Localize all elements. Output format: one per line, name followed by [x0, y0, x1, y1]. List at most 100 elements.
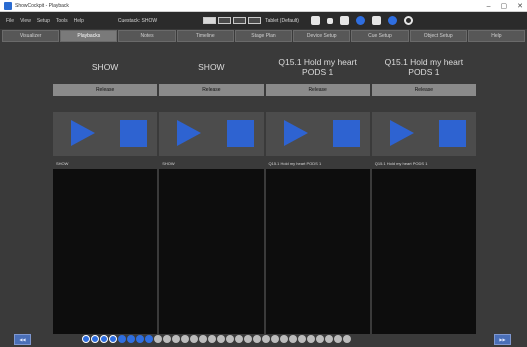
page-dot[interactable] — [217, 335, 225, 343]
playback-column: Q15.1 Hold my heart PODS 1 Release Q15.1… — [265, 48, 370, 334]
page-dot[interactable] — [244, 335, 252, 343]
device-label: Tablet (Default) — [265, 17, 299, 24]
menu-view[interactable]: View — [20, 18, 31, 24]
tab-playbacks[interactable]: Playbacks — [60, 30, 118, 42]
layout-1x4-button[interactable] — [203, 17, 217, 24]
release-button[interactable]: Release — [265, 84, 370, 96]
tab-help[interactable]: Help — [467, 30, 525, 42]
page-dot[interactable] — [280, 335, 288, 343]
cue-name: SHOW — [162, 161, 175, 166]
tab-bar: Visualizer Playbacks Notes Timeline Stag… — [0, 30, 527, 43]
menu-help[interactable]: Help — [74, 18, 84, 24]
playback-column: SHOW Release SHOW — [159, 48, 264, 334]
layout-2x4-button[interactable] — [233, 17, 247, 24]
play-icon[interactable] — [389, 120, 414, 146]
help-icon[interactable] — [387, 16, 397, 25]
page-dot[interactable] — [154, 335, 162, 343]
settings-icon[interactable] — [326, 17, 333, 24]
tab-object-setup[interactable]: Object Setup — [409, 30, 467, 42]
stop-icon[interactable] — [120, 120, 148, 147]
prev-page-button[interactable]: ◀◀ — [14, 334, 31, 345]
app-body: File View Setup Tools Help Cuestack: SHO… — [0, 12, 527, 347]
page-dot[interactable] — [145, 335, 153, 343]
page-indicator — [82, 335, 351, 343]
page-dot[interactable] — [82, 335, 90, 343]
next-page-button[interactable]: ▶▶ — [494, 334, 511, 345]
cue-list-area[interactable] — [265, 169, 370, 334]
page-dot[interactable] — [325, 335, 333, 343]
cue-list-area[interactable] — [371, 169, 476, 334]
playback-columns: SHOW Release SHOW SHOW Release SHOW Q15.… — [53, 48, 476, 334]
layout-4x4-button[interactable] — [248, 17, 262, 24]
tab-timeline[interactable]: Timeline — [176, 30, 234, 42]
tab-stage-plan[interactable]: Stage Plan — [234, 30, 293, 42]
file-icon[interactable] — [310, 16, 320, 25]
maximize-icon[interactable]: ▢ — [501, 2, 508, 10]
transport-panel — [371, 112, 476, 156]
lock-icon[interactable] — [339, 16, 349, 25]
page-dot[interactable] — [226, 335, 234, 343]
page-dot[interactable] — [289, 335, 297, 343]
page-dot[interactable] — [271, 335, 279, 343]
cue-name: Q15.1 Hold my heart PODS 1 — [268, 161, 322, 166]
page-dot[interactable] — [199, 335, 207, 343]
play-icon[interactable] — [71, 120, 95, 146]
app-logo-icon — [4, 1, 12, 10]
play-icon[interactable] — [283, 120, 308, 146]
page-dot[interactable] — [208, 335, 216, 343]
tab-visualizer[interactable]: Visualizer — [2, 30, 60, 42]
layout-selector — [203, 17, 262, 24]
page-dot[interactable] — [262, 335, 270, 343]
page-dot[interactable] — [298, 335, 306, 343]
page-dot[interactable] — [100, 335, 108, 343]
layout-2x2-button[interactable] — [218, 17, 232, 24]
page-dot[interactable] — [307, 335, 315, 343]
page-dot[interactable] — [136, 335, 144, 343]
cue-list-area[interactable] — [53, 169, 158, 334]
menu-file[interactable]: File — [6, 18, 14, 24]
menu-setup[interactable]: Setup — [37, 18, 50, 24]
window-title: ShowCockpit - Playback — [15, 2, 69, 9]
tab-notes[interactable]: Notes — [118, 30, 176, 42]
minimize-icon[interactable]: – — [487, 3, 491, 10]
page-dot[interactable] — [172, 335, 180, 343]
playback-column: SHOW Release SHOW — [53, 48, 158, 334]
stop-icon[interactable] — [226, 120, 254, 147]
release-button[interactable]: Release — [371, 84, 476, 96]
stop-icon[interactable] — [332, 120, 360, 147]
release-button[interactable]: Release — [53, 84, 158, 96]
page-dot[interactable] — [118, 335, 126, 343]
close-icon[interactable]: ✕ — [517, 2, 523, 10]
page-dot[interactable] — [334, 335, 342, 343]
page-dot[interactable] — [343, 335, 351, 343]
cue-name: Q15.1 Hold my heart PODS 1 — [374, 161, 428, 166]
tab-device-setup[interactable]: Device Setup — [293, 30, 351, 42]
refresh-icon[interactable] — [403, 16, 413, 25]
page-dot[interactable] — [190, 335, 198, 343]
page-dot[interactable] — [127, 335, 135, 343]
page-dot[interactable] — [91, 335, 99, 343]
toolbar-icons — [310, 16, 413, 25]
menu-tools[interactable]: Tools — [56, 18, 68, 24]
page-dot[interactable] — [109, 335, 117, 343]
page-dot[interactable] — [253, 335, 261, 343]
cue-name: SHOW — [56, 161, 69, 166]
window-controls: – ▢ ✕ — [487, 0, 523, 12]
info-icon[interactable] — [355, 16, 365, 25]
stop-icon[interactable] — [439, 120, 466, 147]
page-dot[interactable] — [181, 335, 189, 343]
transport-panel — [265, 112, 370, 156]
page-dot[interactable] — [235, 335, 243, 343]
page-bar: ◀◀ ▶▶ — [0, 334, 527, 347]
cue-list-area[interactable] — [159, 169, 264, 334]
transport-panel — [53, 112, 158, 156]
user-icon[interactable] — [371, 16, 381, 25]
tab-cue-setup[interactable]: Cue Setup — [351, 30, 409, 42]
transport-panel — [159, 112, 264, 156]
play-icon[interactable] — [177, 120, 202, 146]
page-dot[interactable] — [163, 335, 171, 343]
cuestack-label: Cuestack: SHOW — [117, 17, 158, 24]
release-button[interactable]: Release — [159, 84, 264, 96]
menu-bar: File View Setup Tools Help Cuestack: SHO… — [0, 12, 527, 29]
page-dot[interactable] — [316, 335, 324, 343]
